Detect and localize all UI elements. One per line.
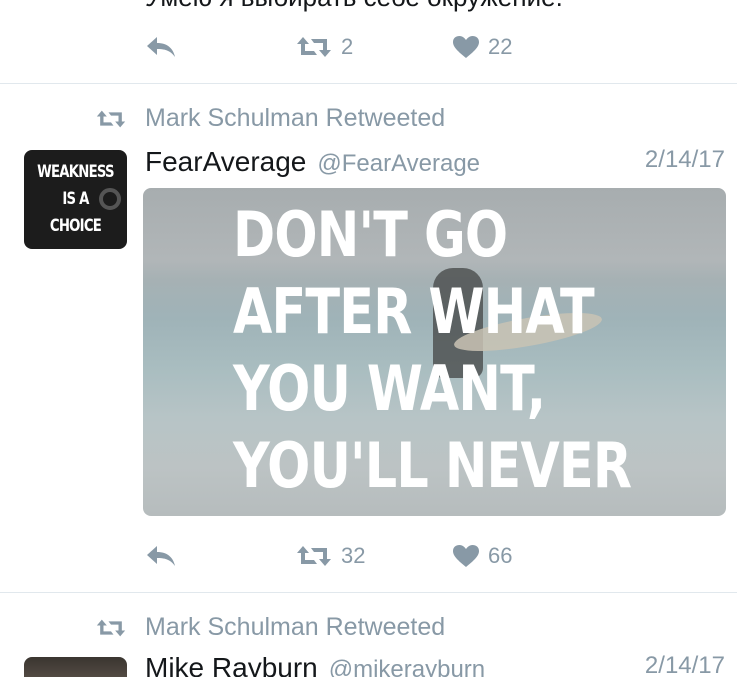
heart-icon: [453, 36, 479, 58]
retweet-button[interactable]: 2: [295, 34, 353, 60]
retweet-icon: [96, 619, 126, 636]
divider: [0, 592, 737, 593]
media-caption: DON'T GO AFTER WHAT YOU WANT, YOU'LL NEV…: [233, 198, 632, 502]
retweeted-by-label: Mark Schulman Retweeted: [145, 613, 446, 641]
heart-icon: [453, 545, 479, 567]
retweet-count: 2: [341, 34, 354, 59]
user-handle[interactable]: @FearAverage: [317, 150, 480, 178]
retweet-icon: [297, 546, 331, 566]
tweet-media-image[interactable]: DON'T GO AFTER WHAT YOU WANT, YOU'LL NEV…: [143, 188, 726, 516]
reply-icon: [147, 546, 175, 566]
like-count: 66: [488, 543, 513, 568]
retweeted-by[interactable]: Mark Schulman Retweeted: [95, 104, 445, 133]
user-handle[interactable]: @mikerayburn: [329, 656, 485, 677]
like-button[interactable]: 66: [452, 543, 512, 569]
display-name[interactable]: FearAverage: [145, 146, 306, 178]
like-count: 22: [488, 34, 513, 59]
avatar[interactable]: WEAKNESS IS A CHOICE: [24, 150, 127, 249]
reply-button[interactable]: [145, 35, 177, 59]
retweet-button[interactable]: 32: [295, 543, 365, 569]
avatar-decoration: [99, 188, 121, 210]
tweet-date[interactable]: 2/14/17: [645, 146, 725, 174]
tweet-header: Mike Rayburn @mikerayburn 2/14/17: [145, 652, 725, 677]
divider: [0, 83, 737, 84]
previous-tweet-text: Умею я выбирать себе окружение.: [145, 0, 563, 13]
retweeted-by[interactable]: Mark Schulman Retweeted: [95, 613, 445, 642]
tweet-header: FearAverage @FearAverage 2/14/17: [145, 146, 725, 178]
retweeted-by-label: Mark Schulman Retweeted: [145, 104, 446, 132]
tweet-date[interactable]: 2/14/17: [645, 652, 725, 677]
retweet-icon: [297, 37, 331, 57]
display-name[interactable]: Mike Rayburn: [145, 652, 318, 677]
like-button[interactable]: 22: [452, 34, 512, 60]
avatar[interactable]: [24, 657, 127, 677]
retweet-count: 32: [341, 543, 366, 568]
retweet-icon: [96, 110, 126, 127]
reply-icon: [147, 37, 175, 57]
reply-button[interactable]: [145, 544, 177, 568]
